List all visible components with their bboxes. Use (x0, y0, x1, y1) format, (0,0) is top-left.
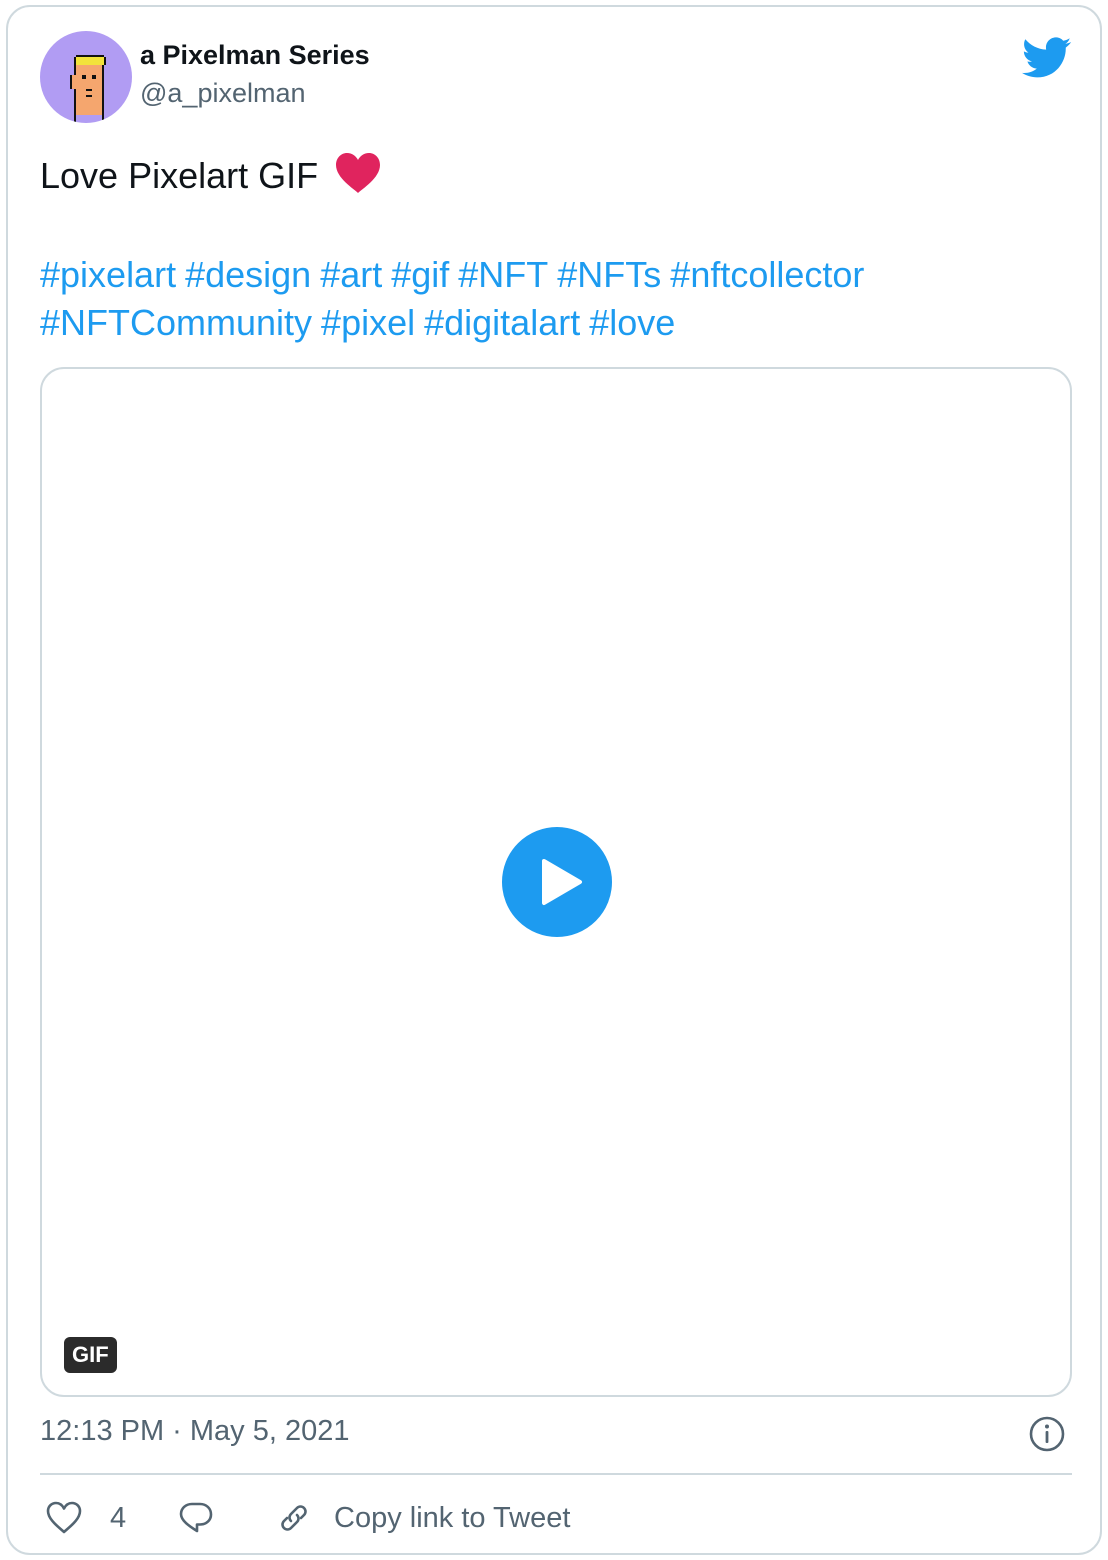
info-icon[interactable] (1028, 1415, 1066, 1453)
red-heart-icon (334, 152, 382, 204)
hashtag-link[interactable]: #digitalart (424, 302, 580, 343)
divider (40, 1473, 1072, 1475)
display-name[interactable]: a Pixelman Series (140, 40, 370, 71)
gif-badge: GIF (64, 1337, 117, 1373)
avatar[interactable] (40, 31, 132, 123)
hashtag-link[interactable]: #design (185, 254, 311, 295)
hashtag-link[interactable]: #nftcollector (670, 254, 864, 295)
play-icon (542, 859, 582, 905)
like-button[interactable]: 4 (46, 1493, 126, 1543)
reply-button[interactable] (178, 1493, 214, 1543)
hashtag-link[interactable]: #pixel (321, 302, 415, 343)
play-button[interactable] (498, 823, 616, 941)
hashtag-link[interactable]: #NFTCommunity (40, 302, 312, 343)
hashtag-list: #pixelart #design #art #gif #NFT #NFTs #nftcol… (40, 251, 1040, 347)
link-icon (281, 1505, 307, 1531)
copy-link-button[interactable]: Copy link to Tweet (274, 1493, 570, 1543)
hashtag-link[interactable]: #gif (391, 254, 449, 295)
gif-media[interactable]: GIF (40, 367, 1072, 1397)
tweet-timestamp[interactable]: 12:13 PM · May 5, 2021 (40, 1415, 350, 1448)
tweet-text: Love Pixelart GIF (40, 152, 382, 204)
heart-outline-icon (46, 1501, 82, 1534)
user-handle[interactable]: @a_pixelman (140, 78, 306, 109)
hashtag-link[interactable]: #NFT (458, 254, 548, 295)
hashtag-link[interactable]: #NFTs (557, 254, 661, 295)
reply-bubble-icon (179, 1502, 213, 1533)
twitter-bird-icon[interactable] (1022, 37, 1072, 79)
tweet-card: a Pixelman Series @a_pixelman Love Pixel… (6, 5, 1102, 1555)
like-count: 4 (110, 1501, 127, 1534)
hashtag-link[interactable]: #art (320, 254, 382, 295)
copy-link-label: Copy link to Tweet (334, 1501, 571, 1534)
hashtag-link[interactable]: #pixelart (40, 254, 176, 295)
pixel-character-icon (70, 55, 106, 123)
tweet-text-body: Love Pixelart GIF (40, 155, 319, 196)
hashtag-link[interactable]: #love (589, 302, 675, 343)
